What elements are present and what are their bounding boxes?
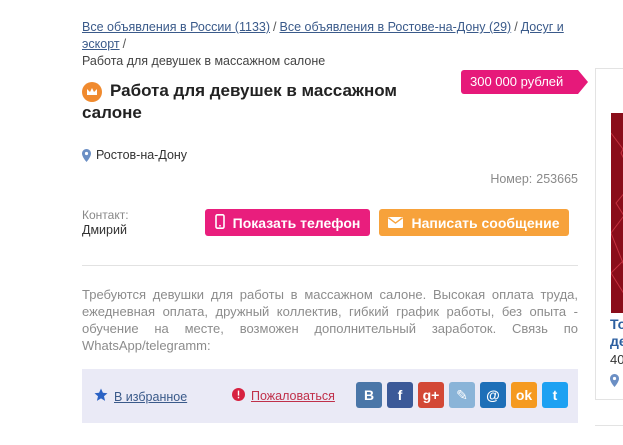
odnoklassniki-share-icon[interactable]: ok xyxy=(511,382,537,408)
price-badge: 300 000 рублей xyxy=(461,70,588,94)
sidebar-ad-title: То де xyxy=(610,316,623,349)
listing-number-value: 253665 xyxy=(536,172,578,186)
write-message-label: Написать сообщение xyxy=(411,214,560,231)
breadcrumb-separator: / xyxy=(273,20,277,34)
facebook-share-icon[interactable]: f xyxy=(387,382,413,408)
sidebar-ad-card[interactable]: То де 40 xyxy=(595,68,623,400)
location-pin-icon xyxy=(610,374,619,392)
divider xyxy=(82,265,578,266)
sidebar-ad-number: 40 xyxy=(610,352,623,367)
contact-label: Контакт: xyxy=(82,208,129,222)
star-icon xyxy=(94,388,108,405)
livejournal-share-icon[interactable]: ✎ xyxy=(449,382,475,408)
favorite-action: В избранное xyxy=(94,388,187,405)
contact-name: Дмирий xyxy=(82,223,127,237)
listing-description: Требуются девушки для работы в массажном… xyxy=(82,287,578,353)
location-text: Ростов-на-Дону xyxy=(96,148,188,162)
social-share: Вf g+ ✎ @ ok t xyxy=(356,382,568,408)
breadcrumb-current: Работа для девушек в массажном салоне xyxy=(82,54,326,68)
location-pin-icon xyxy=(82,148,91,162)
show-phone-button[interactable]: Показать телефон xyxy=(205,209,370,236)
sidebar-divider xyxy=(595,425,623,426)
page-title: Работа для девушек в массажном салоне xyxy=(82,81,397,122)
location: Ростов-на-Дону xyxy=(82,148,187,162)
write-message-button[interactable]: Написать сообщение xyxy=(379,209,569,236)
breadcrumb-separator: / xyxy=(122,37,127,51)
breadcrumb-rostov[interactable]: Все объявления в Ростове-на-Дону (29) xyxy=(280,20,512,34)
twitter-share-icon[interactable]: t xyxy=(542,382,568,408)
alert-icon xyxy=(232,388,245,404)
breadcrumb-separator: / xyxy=(514,20,518,34)
complain-action: Пожаловаться xyxy=(232,388,335,404)
add-to-favorites-link[interactable]: В избранное xyxy=(114,390,187,404)
envelope-icon xyxy=(388,215,404,231)
vk-share-icon[interactable]: В xyxy=(356,382,382,408)
actions-bar: В избранное Пожаловаться Вf g+ ✎ @ ok t xyxy=(82,369,578,423)
listing-number: Номер: 253665 xyxy=(486,172,578,186)
mail-share-icon[interactable]: @ xyxy=(480,382,506,408)
sidebar-ad-image xyxy=(611,113,623,313)
show-phone-label: Показать телефон xyxy=(232,214,361,231)
listing-number-label: Номер: xyxy=(490,172,533,186)
breadcrumb-russia[interactable]: Все объявления в России (1133) xyxy=(82,20,270,34)
complain-link[interactable]: Пожаловаться xyxy=(251,389,335,403)
breadcrumb: Все объявления в России (1133) / Все объяв… xyxy=(82,19,592,70)
google-plus-share-icon[interactable]: g+ xyxy=(418,382,444,408)
phone-icon xyxy=(214,213,225,232)
